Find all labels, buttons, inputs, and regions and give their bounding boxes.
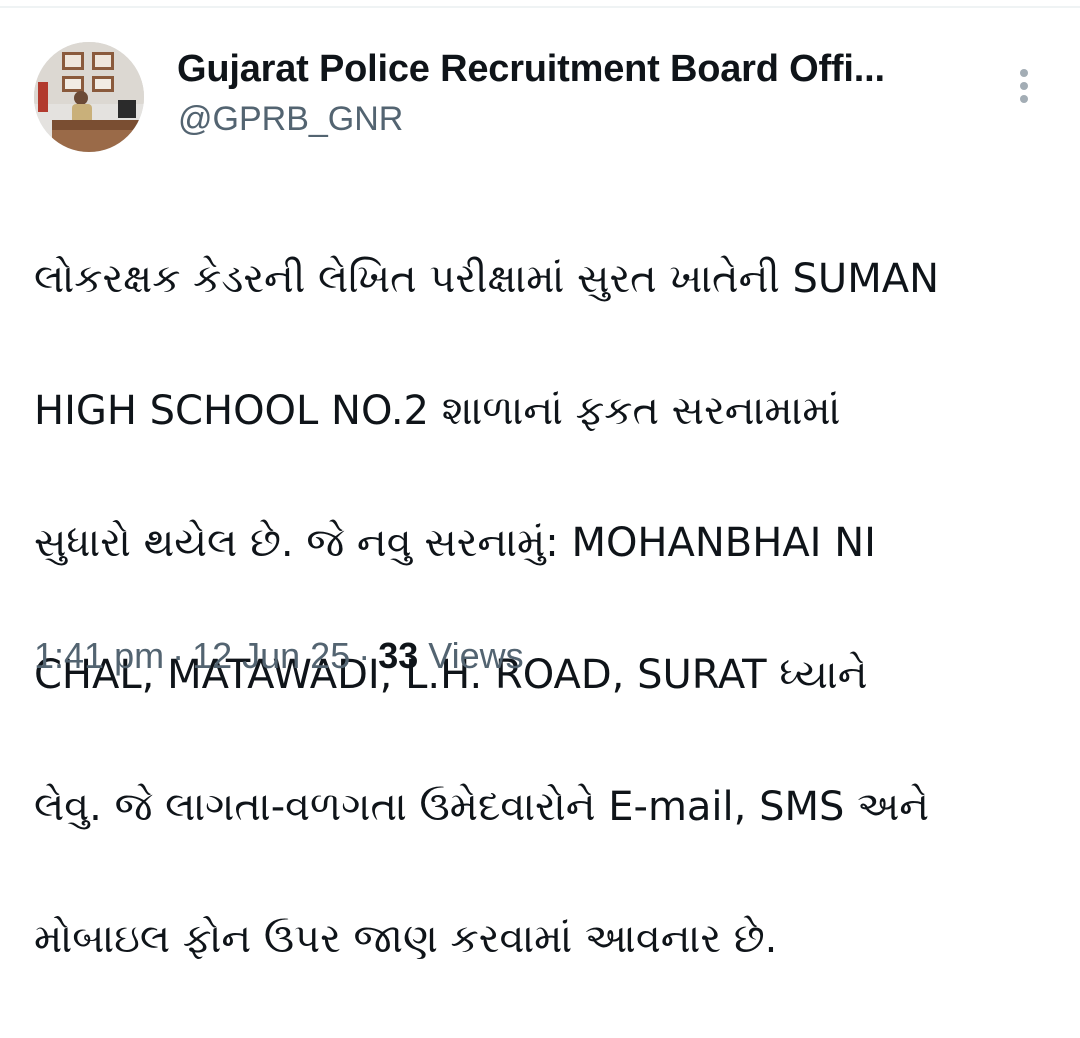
views-label: Views — [428, 635, 524, 676]
tweet-text-line: મોબાઇલ ફોન ઉપર જાણ કરવામાં આવનાર છે. — [34, 916, 778, 962]
tweet-meta: 1:41 pm · 12 Jun 25 · 33 Views — [34, 632, 524, 680]
views-count[interactable]: 33 — [378, 635, 418, 676]
top-divider — [0, 0, 1080, 8]
avatar[interactable] — [34, 42, 144, 152]
tweet-text-line: સુધારો થયેલ છે. જે નવુ સરનામું: MOHANBHA… — [34, 520, 876, 566]
author-name[interactable]: Gujarat Police Recruitment Board Offi... — [177, 46, 977, 92]
avatar-image — [34, 42, 144, 152]
more-dot — [1020, 69, 1028, 77]
tweet-time[interactable]: 1:41 pm — [34, 635, 164, 676]
more-dot — [1020, 95, 1028, 103]
more-vertical-icon[interactable] — [1006, 62, 1042, 110]
tweet-text-line: લેવુ. જે લાગતા-વળગતા ઉમેદવારોને E-mail, … — [34, 784, 930, 830]
tweet-date[interactable]: 12 Jun 25 — [192, 635, 350, 676]
tweet-text: લોકરક્ષક કેડરની લેખિત પરીક્ષામાં સુરત ખા… — [34, 180, 1044, 1038]
tweet-text-line: લોકરક્ષક કેડરની લેખિત પરીક્ષામાં સુરત ખા… — [34, 256, 939, 302]
more-dot — [1020, 82, 1028, 90]
separator: · — [172, 635, 185, 676]
tweet-text-line: HIGH SCHOOL NO.2 શાળાનાં ફકત સરનામામાં — [34, 388, 841, 434]
author-handle[interactable]: @GPRB_GNR — [178, 98, 403, 140]
separator: · — [358, 635, 371, 676]
